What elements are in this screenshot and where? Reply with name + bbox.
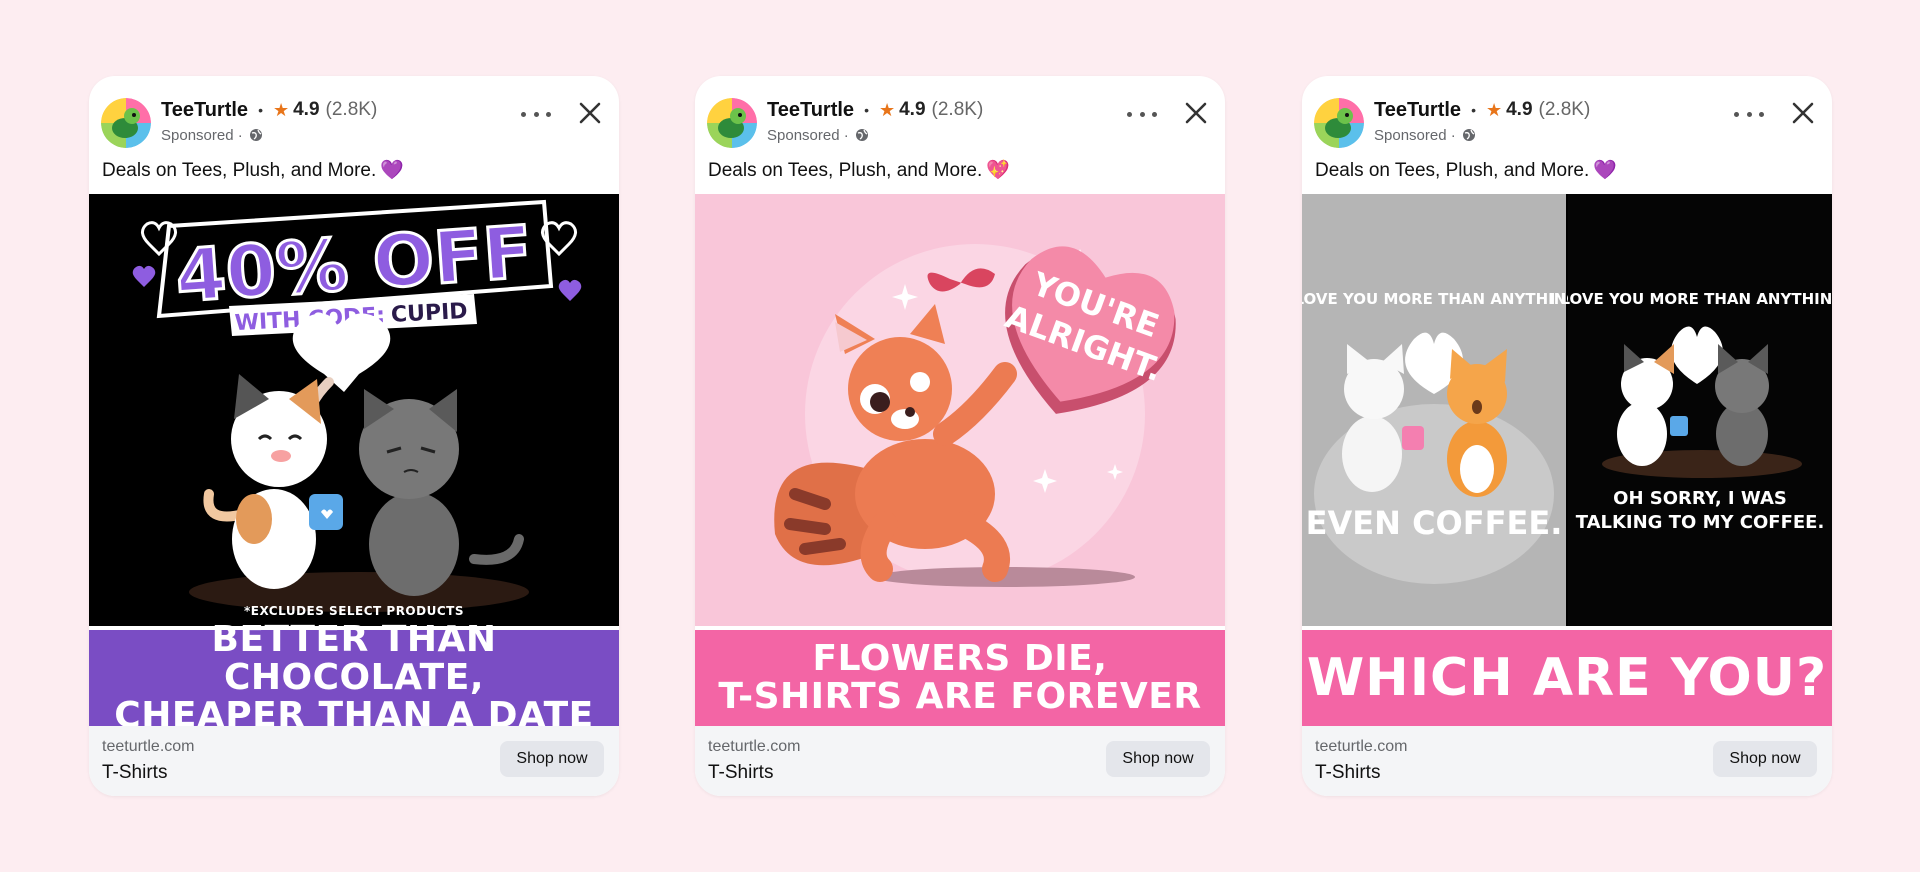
brand-name[interactable]: TeeTurtle <box>161 99 248 122</box>
right-bottom-text-1: OH SORRY, I WAS <box>1613 488 1787 509</box>
link-title: T-Shirts <box>1315 762 1381 783</box>
banner-line: WHICH ARE YOU? <box>1306 647 1828 708</box>
banner-line: FLOWERS DIE, <box>812 638 1108 680</box>
ad-creative-image[interactable]: YOU'RE ALRIGHT. <box>695 194 1225 626</box>
sparkling-heart-icon: 💖 <box>986 160 1010 181</box>
brand-name[interactable]: TeeTurtle <box>1374 99 1461 122</box>
ad-card: TeeTurtle • ★ 4.9 (2.8K) Sponsored · Dea… <box>695 76 1225 796</box>
ad-banner[interactable]: FLOWERS DIE, T-SHIRTS ARE FOREVER <box>695 630 1225 726</box>
more-options-icon[interactable] <box>521 106 551 122</box>
ad-footer[interactable]: teeturtle.com T-Shirts Shop now <box>1302 726 1832 796</box>
shop-now-button[interactable]: Shop now <box>500 741 604 777</box>
ad-banner[interactable]: WHICH ARE YOU? <box>1302 630 1832 726</box>
ad-header: TeeTurtle • ★ 4.9 (2.8K) Sponsored · <box>695 76 1225 152</box>
right-top-text: I LOVE YOU MORE THAN ANYTHING. <box>1550 290 1832 308</box>
close-icon[interactable] <box>1786 96 1820 130</box>
purple-heart-icon: 💜 <box>1593 160 1617 181</box>
more-options-icon[interactable] <box>1127 106 1157 122</box>
ad-header: TeeTurtle • ★ 4.9 (2.8K) Sponsored · <box>89 76 619 152</box>
shop-now-button[interactable]: Shop now <box>1713 741 1817 777</box>
separator-dot: · <box>839 126 849 144</box>
avatar[interactable] <box>1314 98 1364 148</box>
close-icon[interactable] <box>1179 96 1213 130</box>
separator-dot: • <box>1471 102 1476 118</box>
sponsored-label: Sponsored <box>161 126 234 144</box>
brand-name[interactable]: TeeTurtle <box>767 99 854 122</box>
ad-footer[interactable]: teeturtle.com T-Shirts Shop now <box>89 726 619 796</box>
left-bottom-text: EVEN COFFEE. <box>1306 504 1563 542</box>
rating-count: (2.8K) <box>325 99 378 120</box>
ad-creative-image[interactable]: 40% OFF WITH CODE: CUPID *EXCLUDES SELEC… <box>89 194 619 626</box>
rating-count: (2.8K) <box>1538 99 1591 120</box>
ad-creative-image[interactable]: I LOVE YOU MORE THAN ANYTHING. EVEN COFF… <box>1302 194 1832 626</box>
shop-now-button[interactable]: Shop now <box>1106 741 1210 777</box>
link-domain: teeturtle.com <box>1315 738 1408 755</box>
link-domain: teeturtle.com <box>102 738 195 755</box>
ad-card: TeeTurtle • ★ 4.9 (2.8K) Sponsored · Dea… <box>1302 76 1832 796</box>
globe-icon <box>1462 128 1476 142</box>
separator-dot: · <box>233 126 243 144</box>
globe-icon <box>249 128 263 142</box>
ad-caption: Deals on Tees, Plush, and More. 💜 <box>102 158 404 182</box>
ad-card: TeeTurtle • ★ 4.9 (2.8K) Sponsored · Dea… <box>89 76 619 796</box>
code-value: CUPID <box>390 299 468 328</box>
rating-value: 4.9 <box>1506 99 1533 120</box>
star-icon: ★ <box>1485 99 1503 120</box>
separator-dot: · <box>1446 126 1456 144</box>
banner-line: BETTER THAN CHOCOLATE, <box>211 619 497 699</box>
purple-heart-icon: 💜 <box>380 160 404 181</box>
separator-dot: • <box>258 102 263 118</box>
link-domain: teeturtle.com <box>708 738 801 755</box>
caption-text: Deals on Tees, Plush, and More. <box>708 160 983 181</box>
ad-caption: Deals on Tees, Plush, and More. 💖 <box>708 158 1010 182</box>
left-top-text: I LOVE YOU MORE THAN ANYTHING. <box>1302 290 1584 308</box>
avatar[interactable] <box>101 98 151 148</box>
rating-value: 4.9 <box>899 99 926 120</box>
right-bottom-text-2: TALKING TO MY COFFEE. <box>1576 512 1825 533</box>
rating-value: 4.9 <box>293 99 320 120</box>
star-icon: ★ <box>878 99 896 120</box>
ad-banner[interactable]: BETTER THAN CHOCOLATE, CHEAPER THAN A DA… <box>89 621 619 734</box>
star-icon: ★ <box>272 99 290 120</box>
close-icon[interactable] <box>573 96 607 130</box>
fine-print: *EXCLUDES SELECT PRODUCTS <box>244 604 464 618</box>
sponsored-label: Sponsored <box>767 126 840 144</box>
sponsored-label: Sponsored <box>1374 126 1447 144</box>
avatar[interactable] <box>707 98 757 148</box>
globe-icon <box>855 128 869 142</box>
more-options-icon[interactable] <box>1734 106 1764 122</box>
rating-count: (2.8K) <box>931 99 984 120</box>
caption-text: Deals on Tees, Plush, and More. <box>1315 160 1590 181</box>
ad-footer[interactable]: teeturtle.com T-Shirts Shop now <box>695 726 1225 796</box>
link-title: T-Shirts <box>102 762 168 783</box>
separator-dot: • <box>864 102 869 118</box>
caption-text: Deals on Tees, Plush, and More. <box>102 160 377 181</box>
link-title: T-Shirts <box>708 762 774 783</box>
ad-header: TeeTurtle • ★ 4.9 (2.8K) Sponsored · <box>1302 76 1832 152</box>
ad-caption: Deals on Tees, Plush, and More. 💜 <box>1315 158 1617 182</box>
banner-line: T-SHIRTS ARE FOREVER <box>718 676 1202 717</box>
